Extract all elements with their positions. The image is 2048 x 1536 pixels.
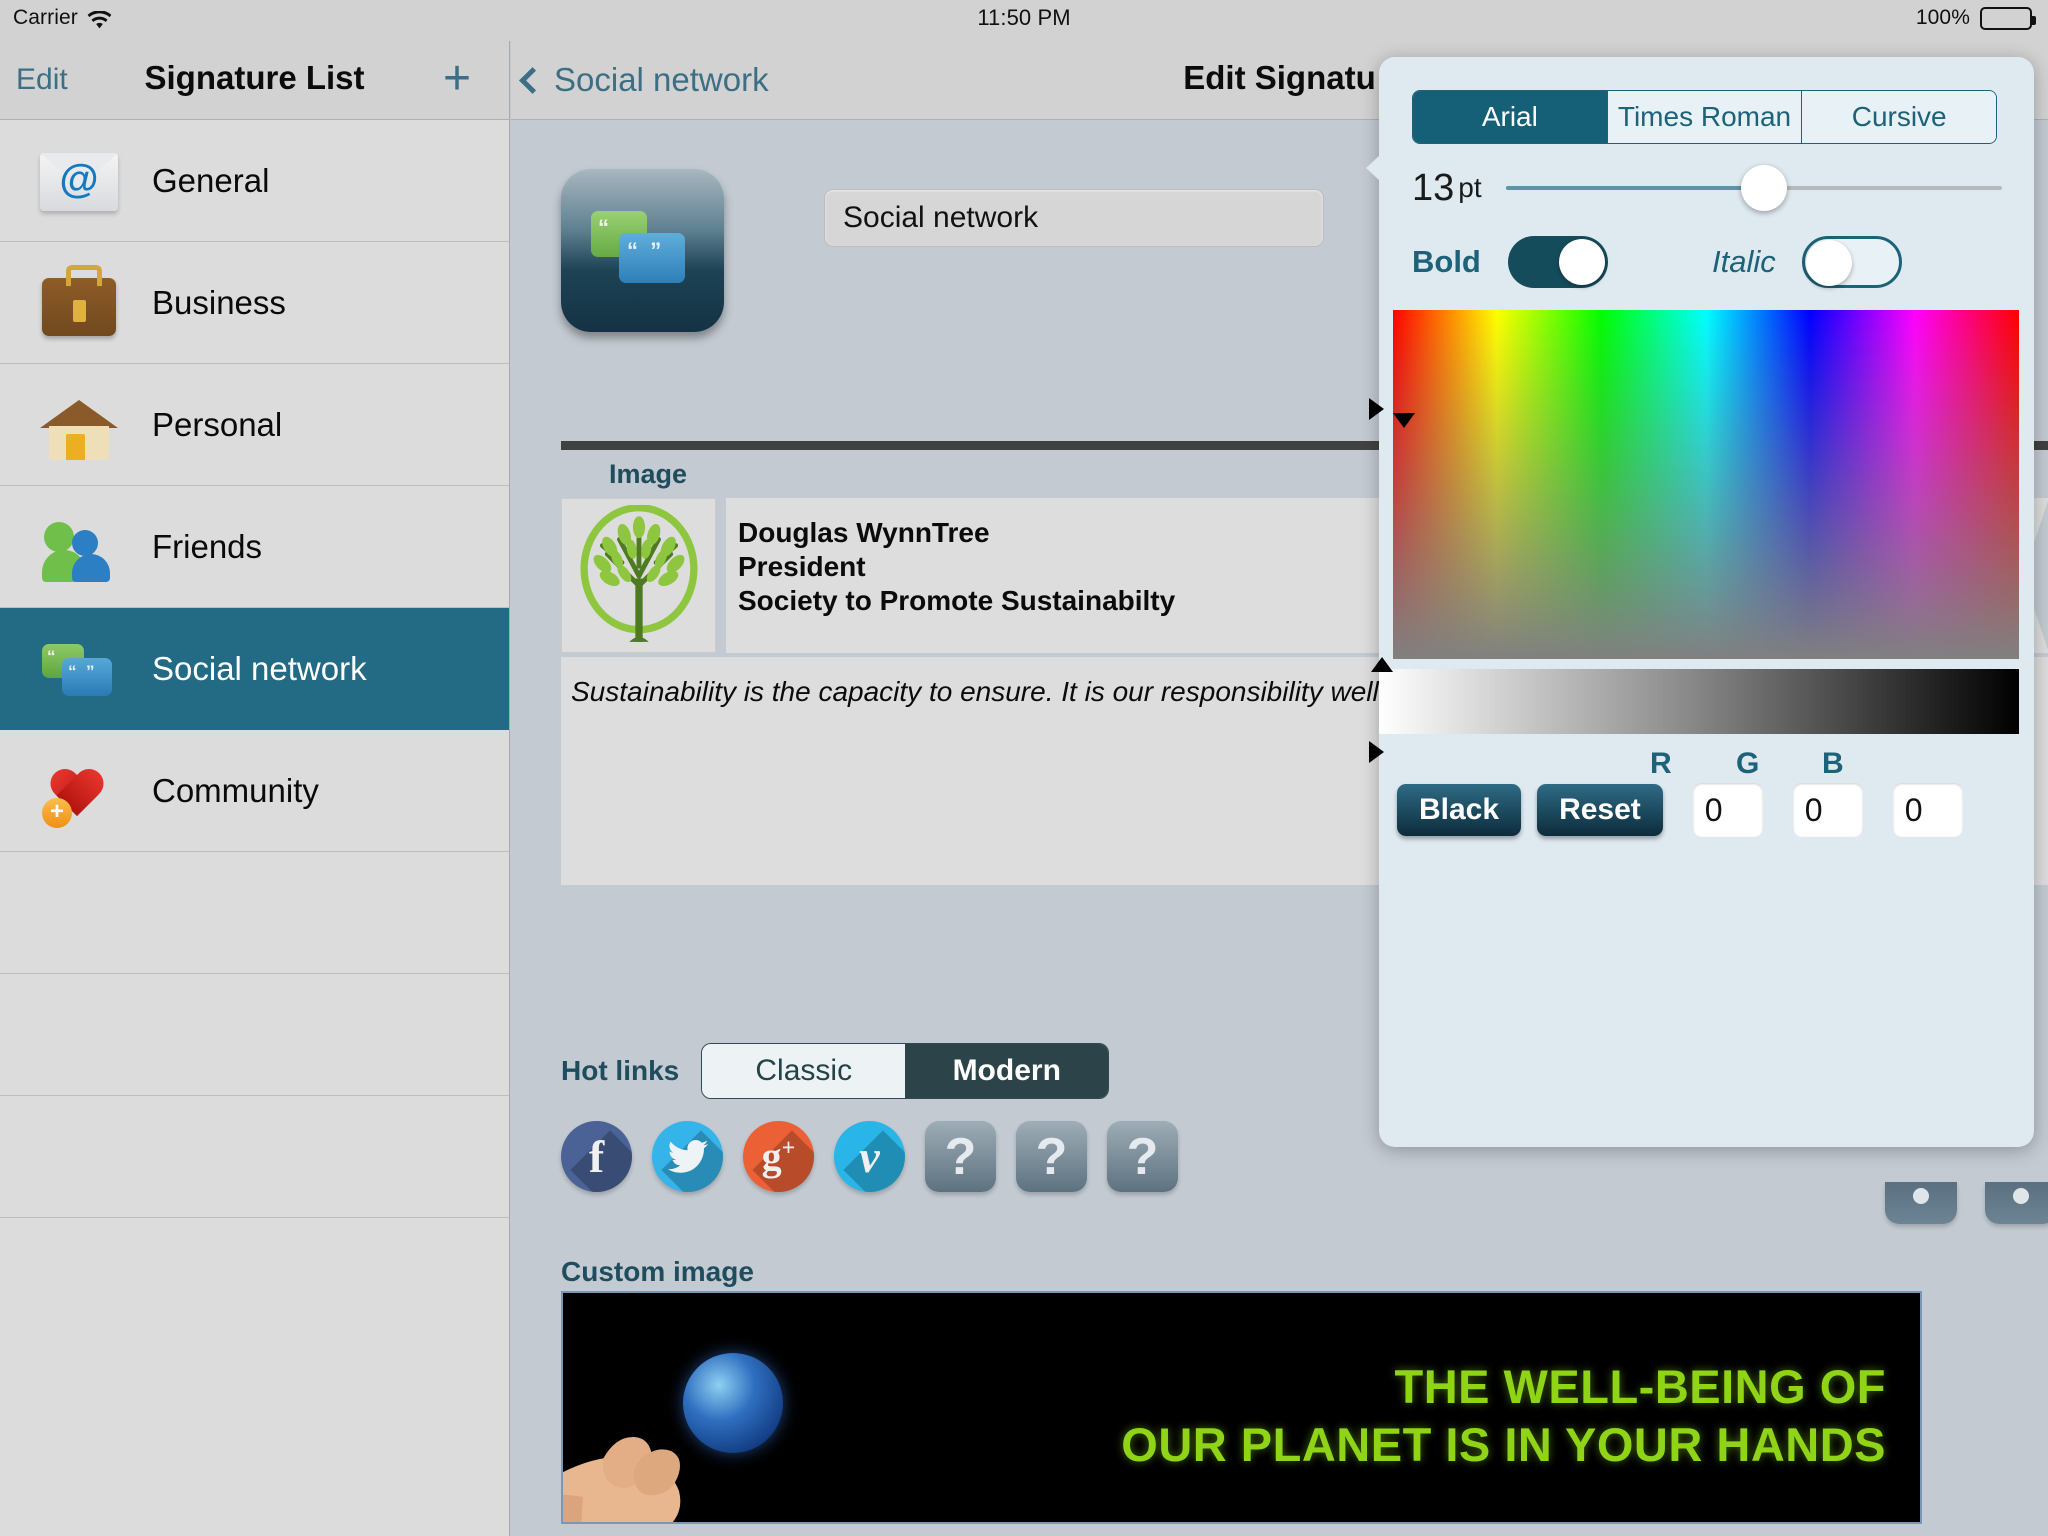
battery-percent-label: 100% [1915,6,1970,29]
font-size-row: 13 pt [1412,157,2002,219]
font-option-times-roman[interactable]: Times Roman [1607,91,1803,143]
placeholder-icon[interactable]: ? [1107,1121,1178,1192]
sidebar-item-social-network[interactable]: “ “ ” Social network [0,608,509,730]
house-icon [38,384,120,466]
sidebar-item-label: Personal [152,405,283,443]
hotlinks-style-segmented-control[interactable]: Classic Modern [701,1043,1110,1099]
sidebar-item-label: Friends [152,527,263,565]
bold-toggle[interactable] [1508,236,1608,288]
sidebar-navbar: Edit Signature List + [0,41,509,120]
status-bar-right: 100% [1915,6,2036,30]
font-family-segmented-control[interactable]: Arial Times Roman Cursive [1412,90,1997,144]
font-size-unit: pt [1458,172,1482,203]
sidebar-item-label: Social network [152,649,367,687]
earth-globe-icon [683,1353,783,1453]
font-option-arial[interactable]: Arial [1413,91,1608,143]
green-tree-logo [579,504,698,642]
sidebar-item-general[interactable]: @ General [0,120,509,242]
italic-label: Italic [1712,244,1776,279]
segment-classic[interactable]: Classic [702,1044,906,1098]
speech-bubbles-icon: “ “ ” [38,628,120,710]
google-plus-icon[interactable]: g+ [743,1121,814,1192]
brightness-gradient-picker[interactable] [1379,669,2019,734]
triangle-marker-icon [1371,657,1393,672]
signature-name-input[interactable]: Social network [824,189,1324,247]
people-group-icon [38,506,120,588]
triangle-marker-icon [1393,413,1415,428]
rgb-labels: R G B [1379,747,2034,787]
envelope-at-icon: @ [38,140,120,222]
sidebar-item-personal[interactable]: Personal [0,364,509,486]
red-input[interactable]: 0 [1692,783,1763,837]
popover-arrow [1366,155,1380,181]
triangle-marker-icon [1369,398,1384,420]
sidebar: Edit Signature List + @ General Business… [0,41,510,1536]
speech-bubbles-app-icon[interactable]: “ “ ” [561,169,724,332]
green-label: G [1736,747,1760,780]
social-icon-row: f g+ v ? ? ? [561,1121,1178,1192]
vimeo-icon[interactable]: v [834,1121,905,1192]
sidebar-item-label: Business [152,283,286,321]
custom-image-line1: THE WELL-BEING OF [1394,1360,1886,1413]
custom-image-line2: OUR PLANET IS IN YOUR HANDS [1121,1418,1886,1471]
hotlinks-label: Hot links [561,1055,680,1086]
bold-label: Bold [1412,244,1481,279]
sidebar-empty-row [0,974,509,1096]
segment-modern[interactable]: Modern [905,1044,1109,1098]
red-label: R [1650,747,1672,780]
black-button[interactable]: Black [1397,784,1522,836]
twitter-icon[interactable] [652,1121,723,1192]
facebook-icon[interactable]: f [561,1121,632,1192]
blue-input[interactable]: 0 [1892,783,1963,837]
briefcase-icon [38,262,120,344]
page-title: Signature List [144,59,365,96]
font-color-popover: Arial Times Roman Cursive 13 pt Bold Ita… [1366,57,2034,1147]
hotlinks-row: Hot links Classic Modern [561,1043,1110,1099]
custom-image-label: Custom image [561,1256,754,1287]
placeholder-icon[interactable] [1885,1182,1957,1224]
color-gradient-picker[interactable] [1393,310,2019,659]
sidebar-empty-row [0,1096,509,1218]
sidebar-item-label: Community [152,771,319,809]
social-icon-row-occluded [1885,1182,2048,1224]
sidebar-item-business[interactable]: Business [0,242,509,364]
font-option-cursive[interactable]: Cursive [1802,91,1996,143]
sidebar-empty-row [0,852,509,974]
add-signature-button[interactable]: + [443,55,471,103]
sidebar-item-label: General [152,161,270,199]
custom-image-preview[interactable]: THE WELL-BEING OF OUR PLANET IS IN YOUR … [561,1291,1922,1524]
placeholder-icon[interactable]: ? [1016,1121,1087,1192]
battery-icon [1980,6,2036,30]
reset-button[interactable]: Reset [1537,784,1663,836]
italic-toggle[interactable] [1801,236,1902,288]
placeholder-icon[interactable] [1985,1182,2048,1224]
heart-plus-icon: + [38,750,120,832]
blue-label: B [1822,747,1844,780]
slider-knob[interactable] [1740,165,1787,211]
status-bar: Carrier 11:50 PM 100% [0,0,2048,41]
logo-box[interactable] [561,498,716,653]
font-size-value: 13 [1412,166,1455,209]
sidebar-item-friends[interactable]: Friends [0,486,509,608]
color-buttons-row: Black Reset 0 0 0 [1397,783,1963,837]
signature-header: “ “ ” Social network [561,169,1324,332]
green-input[interactable]: 0 [1792,783,1863,837]
font-style-row: Bold Italic [1412,227,2002,297]
status-bar-clock: 11:50 PM [977,5,1071,30]
sidebar-item-community[interactable]: + Community [0,730,509,852]
font-size-slider[interactable] [1505,165,2002,211]
placeholder-icon[interactable]: ? [925,1121,996,1192]
